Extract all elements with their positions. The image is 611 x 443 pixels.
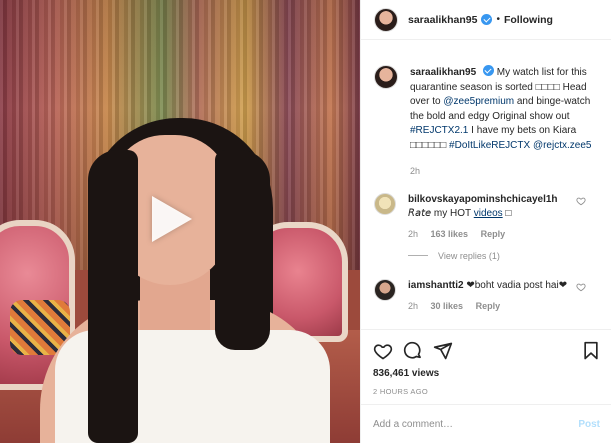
comment-time: 2h	[408, 228, 419, 239]
comment-username[interactable]: bilkovskayapominshchicayel1h	[408, 194, 558, 205]
comment-text: 𝘙𝘢𝘵𝘦 my HOT	[408, 207, 474, 219]
comment-text: ❤boht vadia post hai❤	[466, 279, 568, 291]
comment-icon[interactable]	[403, 341, 423, 361]
comment-item: bilkovskayapominshchicayel1h 𝘙𝘢𝘵𝘦 my HOT…	[361, 192, 611, 241]
emoji-glyphs: □□□□□□	[410, 139, 447, 151]
comment-link[interactable]: videos	[474, 208, 503, 219]
add-comment-bar: Post	[361, 404, 611, 443]
hashtag-link[interactable]: #DoItLikeREJCTX	[449, 140, 530, 151]
hashtag-link[interactable]: #REJCTX2.1	[410, 125, 468, 136]
post-caption: saraalikhan95 My watch list for this qua…	[361, 41, 611, 179]
view-replies-label: View replies (1)	[438, 250, 500, 261]
comment-input[interactable]	[373, 418, 579, 430]
mention-link[interactable]: @zee5premium	[443, 96, 514, 107]
action-bar: 836,461 views 2 HOURS AGO	[361, 329, 611, 396]
comment-likes[interactable]: 30 likes	[431, 301, 464, 311]
avatar[interactable]	[374, 65, 398, 89]
header-username[interactable]: saraalikhan95	[408, 14, 477, 26]
heart-icon[interactable]	[373, 341, 393, 361]
post-timestamp: 2 HOURS AGO	[373, 387, 428, 396]
caption-text: I have my bets on Kiara	[471, 125, 577, 136]
reply-button[interactable]: Reply	[481, 229, 506, 239]
caption-time: 2h	[410, 166, 421, 176]
avatar[interactable]	[374, 7, 398, 32]
avatar[interactable]	[374, 192, 396, 215]
like-comment-heart-icon[interactable]	[576, 282, 586, 292]
verified-icon	[482, 65, 494, 76]
caption-username[interactable]: saraalikhan95	[410, 67, 476, 78]
post-video[interactable]	[0, 0, 360, 443]
verified-icon	[481, 14, 493, 25]
avatar[interactable]	[374, 278, 396, 301]
view-replies-button[interactable]: View replies (1)	[408, 251, 611, 261]
comment-username[interactable]: iamshantti2	[408, 280, 464, 291]
reply-button[interactable]: Reply	[476, 301, 501, 311]
comment-item: iamshantti2 ❤boht vadia post hai❤ 2h 30 …	[361, 278, 611, 313]
post-header: saraalikhan95 • Following	[361, 0, 611, 40]
separator-dot: •	[496, 14, 500, 25]
mention-link[interactable]: @rejctx.zee5	[533, 140, 592, 151]
view-count[interactable]: 836,461 views	[373, 368, 600, 379]
bookmark-icon[interactable]	[582, 341, 600, 361]
following-button[interactable]: Following	[504, 14, 553, 26]
emoji-glyphs: □□□□	[535, 81, 560, 93]
comment-likes[interactable]: 163 likes	[431, 229, 469, 239]
play-icon[interactable]	[152, 196, 192, 242]
post-sidebar: saraalikhan95 • Following saraalikhan95 …	[360, 0, 611, 443]
comment-time: 2h	[408, 300, 419, 311]
comments-list[interactable]: saraalikhan95 My watch list for this qua…	[361, 41, 611, 329]
like-comment-heart-icon[interactable]	[576, 196, 586, 206]
share-icon[interactable]	[433, 341, 453, 361]
post-button[interactable]: Post	[578, 419, 600, 430]
